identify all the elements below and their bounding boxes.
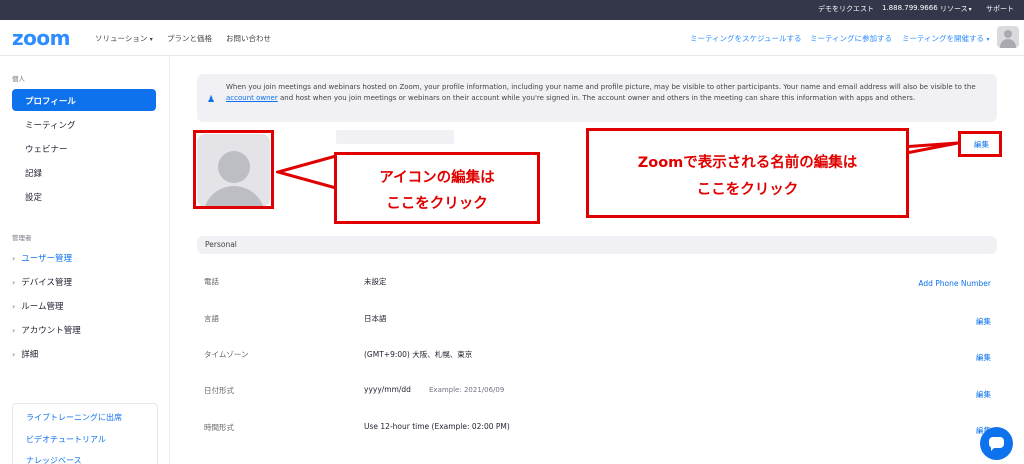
annotation-highlight-edit — [958, 131, 1002, 157]
main-header: zoom ソリューション ▾ プランと価格 お問い合わせ ミーティングをスケジュ… — [0, 20, 1024, 56]
date-format-example: Example: 2021/06/09 — [429, 386, 505, 394]
privacy-notice-text: When you join meetings and webinars host… — [226, 82, 996, 104]
avatar-body-shape — [1000, 39, 1016, 48]
callout-icon-edit: アイコンの編集は ここをクリック — [334, 152, 540, 224]
zoom-profile-page: デモをリクエスト 1.888.799.9666 リソース▾ サポート zoom … — [0, 0, 1024, 464]
timezone-value: (GMT+9:00) 大阪、札幌、東京 — [364, 350, 473, 359]
nav-solutions[interactable]: ソリューション ▾ — [95, 33, 153, 44]
add-phone-number-link[interactable]: Add Phone Number — [918, 279, 991, 288]
sidebar-item-label: 詳細 — [21, 350, 39, 360]
sidebar-item-label: ルーム管理 — [21, 302, 64, 312]
caret-down-icon: ▾ — [986, 36, 990, 43]
resources-label: リソース — [940, 5, 968, 13]
caret-down-icon: ▾ — [149, 36, 153, 43]
support-link[interactable]: サポート — [986, 4, 1014, 14]
sidebar-item-device-management[interactable]: › デバイス管理 — [12, 276, 72, 288]
language-value: 日本語 — [364, 314, 387, 323]
sidebar-item-label: アカウント管理 — [21, 326, 81, 336]
callout-arrow-icon-edit — [276, 154, 338, 190]
sidebar-item-profile[interactable]: プロフィール — [12, 89, 156, 111]
caret-down-icon: ▾ — [968, 6, 972, 13]
host-meeting-label: ミーティングを開催する — [902, 34, 985, 43]
video-tutorials-link[interactable]: ビデオチュートリアル — [26, 434, 106, 445]
sidebar-item-room-management[interactable]: › ルーム管理 — [12, 300, 63, 312]
account-owner-link[interactable]: account owner — [226, 94, 278, 102]
callout-name-edit-line2: ここをクリック — [696, 182, 799, 198]
chevron-right-icon: › — [12, 326, 16, 335]
personal-section-title: Personal — [205, 240, 237, 249]
time-format-label: 時間形式 — [204, 423, 234, 432]
chevron-right-icon: › — [12, 350, 16, 359]
timezone-label: タイムゾーン — [204, 350, 249, 359]
zoom-logo[interactable]: zoom — [12, 26, 70, 50]
date-format-value: yyyy/mm/dd — [364, 385, 411, 394]
sidebar-item-meetings[interactable]: ミーティング — [12, 113, 156, 135]
live-training-link[interactable]: ライブトレーニングに出席 — [26, 412, 122, 423]
personal-section-header: Personal — [197, 236, 997, 254]
phone-label: 電話 — [204, 277, 219, 286]
chevron-right-icon: › — [12, 278, 16, 287]
callout-icon-edit-line1: アイコンの編集は — [379, 170, 495, 186]
sidebar-item-advanced[interactable]: › 詳細 — [12, 348, 38, 360]
nav-contact[interactable]: お問い合わせ — [226, 33, 271, 44]
privacy-notice: ♟ When you join meetings and webinars ho… — [197, 74, 997, 122]
sidebar: 個人 プロフィール ミーティング ウェビナー 記録 設定 管理者 › ユーザー管理… — [0, 57, 170, 464]
callout-name-edit: Zoomで表示される名前の編集は ここをクリック — [586, 128, 909, 218]
sidebar-section-personal: 個人 — [12, 75, 25, 83]
notice-text-before: When you join meetings and webinars host… — [226, 83, 976, 91]
sidebar-item-label: デバイス管理 — [21, 278, 72, 288]
demo-request-link[interactable]: デモをリクエスト — [818, 4, 874, 14]
sidebar-item-account-management[interactable]: › アカウント管理 — [12, 324, 81, 336]
date-format-edit-link[interactable]: 編集 — [976, 389, 991, 400]
schedule-meeting-link[interactable]: ミーティングをスケジュールする — [690, 33, 802, 44]
top-utility-bar: デモをリクエスト 1.888.799.9666 リソース▾ サポート — [0, 0, 1024, 20]
sidebar-section-admin: 管理者 — [12, 234, 32, 242]
sidebar-item-label: ユーザー管理 — [21, 254, 73, 264]
language-edit-link[interactable]: 編集 — [976, 316, 991, 327]
display-name-redacted — [336, 130, 454, 144]
nav-solutions-label: ソリューション — [95, 34, 148, 43]
chat-icon-tail — [991, 447, 995, 451]
annotation-highlight-picture — [193, 130, 274, 209]
phone-number-link[interactable]: 1.888.799.9666 — [882, 4, 938, 12]
user-avatar[interactable] — [997, 26, 1019, 48]
knowledge-base-link[interactable]: ナレッジベース — [26, 455, 82, 464]
callout-icon-edit-line2: ここをクリック — [386, 196, 488, 212]
chat-help-button[interactable] — [980, 427, 1013, 460]
notice-text-after: and host when you join meetings or webin… — [277, 94, 916, 102]
chevron-right-icon: › — [12, 254, 16, 263]
chevron-right-icon: › — [12, 302, 16, 311]
time-format-value: Use 12-hour time (Example: 02:00 PM) — [364, 422, 510, 431]
resources-menu[interactable]: リソース▾ — [940, 4, 972, 14]
timezone-edit-link[interactable]: 編集 — [976, 352, 991, 363]
host-meeting-menu[interactable]: ミーティングを開催する ▾ — [902, 33, 989, 44]
avatar-head-shape — [1004, 30, 1012, 38]
sidebar-item-user-management[interactable]: › ユーザー管理 — [12, 252, 72, 264]
sidebar-item-webinars[interactable]: ウェビナー — [12, 137, 156, 159]
join-meeting-link[interactable]: ミーティングに参加する — [810, 33, 892, 44]
date-format-label: 日付形式 — [204, 386, 234, 395]
nav-plans-pricing[interactable]: プランと価格 — [167, 33, 212, 44]
sidebar-item-settings[interactable]: 設定 — [12, 185, 156, 207]
callout-name-edit-line1: Zoomで表示される名前の編集は — [637, 155, 858, 171]
phone-value: 未設定 — [364, 277, 387, 286]
language-label: 言語 — [204, 314, 219, 323]
user-info-icon: ♟ — [207, 95, 216, 105]
sidebar-item-recordings[interactable]: 記録 — [12, 161, 156, 183]
